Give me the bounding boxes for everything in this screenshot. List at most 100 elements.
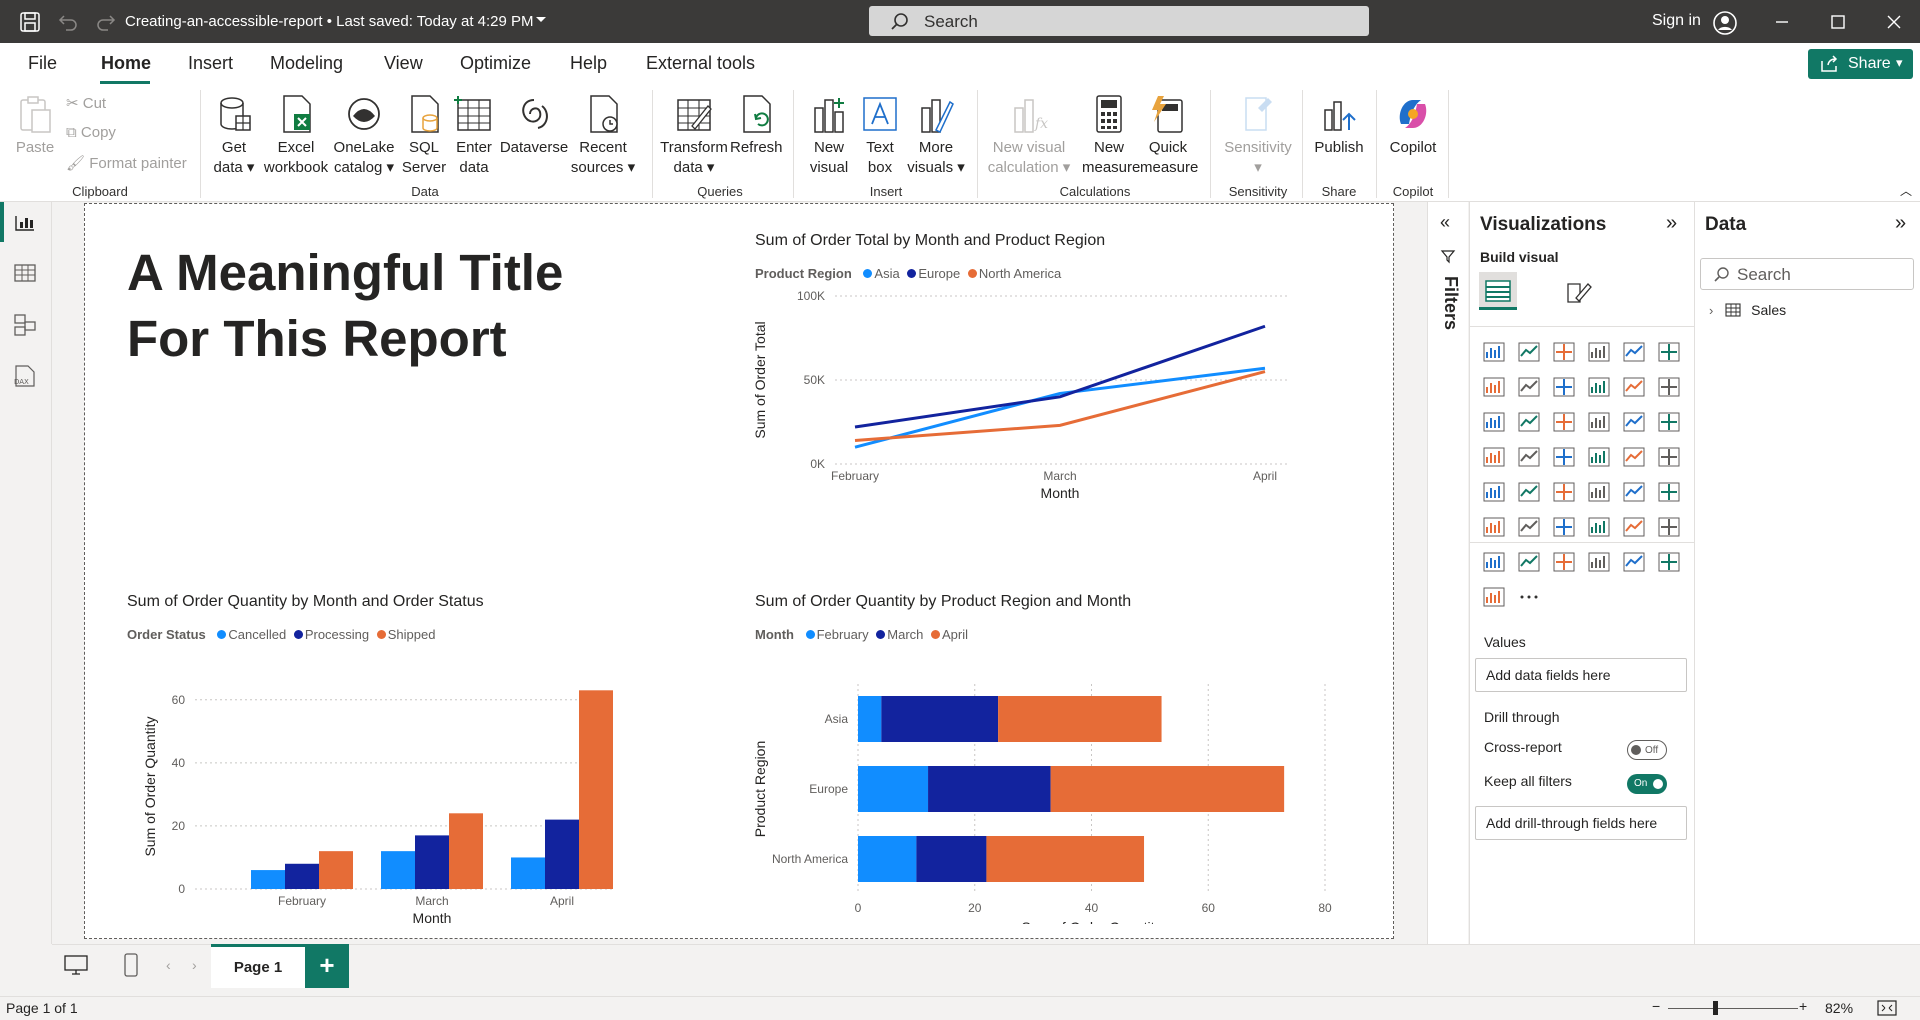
- values-well[interactable]: Add data fields here: [1475, 658, 1687, 692]
- share-button[interactable]: Share ▾: [1808, 49, 1913, 79]
- key-influencers-icon[interactable]: [1552, 515, 1576, 539]
- prev-page-icon[interactable]: ‹: [166, 957, 171, 973]
- format-visual-tab[interactable]: [1558, 272, 1596, 310]
- filled-map-icon[interactable]: [1552, 445, 1576, 469]
- cross-report-toggle[interactable]: Off: [1627, 740, 1667, 760]
- column-chart[interactable]: 0 20 40 60 February March April Month Sum of Ord…: [115, 654, 735, 924]
- scatter-icon[interactable]: [1587, 410, 1611, 434]
- azure-map-icon[interactable]: [1622, 445, 1646, 469]
- clustered-column-icon[interactable]: [1587, 340, 1611, 364]
- shape-map-icon[interactable]: [1587, 445, 1611, 469]
- transform-data-button[interactable]: Transform data ▾: [658, 94, 730, 178]
- excel-workbook-button[interactable]: Excel workbook: [262, 94, 330, 178]
- text-box-button[interactable]: Text box: [856, 94, 904, 178]
- line-column-icon[interactable]: [1622, 375, 1646, 399]
- zoom-slider-thumb[interactable]: [1713, 1001, 1718, 1015]
- collapse-pane-icon[interactable]: »: [1666, 212, 1677, 235]
- line-clustered-column-icon[interactable]: [1657, 375, 1681, 399]
- filters-pane[interactable]: « Filters: [1427, 202, 1468, 944]
- sign-in-link[interactable]: Sign in: [1652, 12, 1701, 30]
- menu-optimize[interactable]: Optimize: [460, 53, 531, 74]
- close-icon[interactable]: [1882, 10, 1906, 34]
- menu-help[interactable]: Help: [570, 53, 607, 74]
- card-new-icon[interactable]: [1552, 550, 1576, 574]
- new-visual-calculation-button[interactable]: fx New visual calculation ▾: [986, 94, 1072, 178]
- goals-icon[interactable]: [1482, 550, 1506, 574]
- add-page-button[interactable]: +: [305, 944, 349, 988]
- redo-icon[interactable]: [94, 10, 118, 34]
- menu-home[interactable]: Home: [101, 53, 151, 74]
- pie-icon[interactable]: [1622, 410, 1646, 434]
- chevron-down-icon[interactable]: [534, 12, 558, 36]
- table-view-icon[interactable]: [14, 264, 36, 282]
- recent-sources-button[interactable]: Recent sources ▾: [570, 94, 636, 178]
- collapse-ribbon-icon[interactable]: ︿: [1900, 182, 1912, 199]
- treemap-icon[interactable]: [1482, 445, 1506, 469]
- multi-row-card-icon[interactable]: [1517, 480, 1541, 504]
- gauge-icon[interactable]: [1657, 445, 1681, 469]
- map-icon[interactable]: [1517, 445, 1541, 469]
- desktop-layout-icon[interactable]: [64, 955, 88, 975]
- menu-insert[interactable]: Insert: [188, 53, 233, 74]
- paste-button[interactable]: Paste: [14, 94, 56, 158]
- menu-modeling[interactable]: Modeling: [270, 53, 343, 74]
- report-canvas[interactable]: A Meaningful Title For This Report Sum o…: [84, 203, 1394, 939]
- maximize-icon[interactable]: [1826, 10, 1850, 34]
- account-icon[interactable]: [1712, 10, 1737, 35]
- quick-measure-button[interactable]: Quick measure: [1140, 94, 1198, 178]
- kpi-icon[interactable]: [1552, 480, 1576, 504]
- more-visuals-button[interactable]: More visuals ▾: [906, 94, 966, 178]
- enter-data-button[interactable]: Enter data: [450, 94, 498, 178]
- page-tab-1[interactable]: Page 1: [211, 944, 305, 988]
- menu-file[interactable]: File: [28, 53, 57, 74]
- get-data-button[interactable]: Get data ▾: [206, 94, 262, 178]
- sensitivity-button[interactable]: Sensitivity ▾: [1218, 94, 1298, 178]
- fit-to-page-icon[interactable]: [1877, 1000, 1897, 1016]
- line-chart[interactable]: 0K 50K 100K February March April Month Sum of O…: [745, 284, 1445, 524]
- model-view-icon[interactable]: [14, 314, 36, 336]
- clustered-bar-icon[interactable]: [1552, 340, 1576, 364]
- stacked-column-icon[interactable]: [1517, 340, 1541, 364]
- report-view-icon[interactable]: [14, 214, 36, 232]
- cut-button[interactable]: ✂ Cut: [66, 94, 106, 112]
- document-title[interactable]: Creating-an-accessible-report • Last sav…: [125, 13, 534, 30]
- donut-icon[interactable]: [1657, 410, 1681, 434]
- copilot-button[interactable]: Copilot: [1382, 94, 1444, 158]
- onelake-catalog-button[interactable]: OneLake catalog ▾: [332, 94, 396, 178]
- paginated-report-icon[interactable]: [1517, 550, 1541, 574]
- drill-through-well[interactable]: Add drill-through fields here: [1475, 806, 1687, 840]
- r-visual-icon[interactable]: [1482, 515, 1506, 539]
- stacked-area-icon[interactable]: [1552, 375, 1576, 399]
- collapse-pane-icon[interactable]: »: [1895, 212, 1906, 235]
- table-sales[interactable]: › Sales: [1709, 302, 1786, 318]
- zoom-in-icon[interactable]: +: [1799, 998, 1807, 1014]
- power-automate-icon[interactable]: [1657, 550, 1681, 574]
- dataverse-button[interactable]: Dataverse: [498, 94, 570, 158]
- button-slicer-icon[interactable]: [1587, 550, 1611, 574]
- data-search-input[interactable]: Search: [1700, 258, 1914, 290]
- narrative-icon[interactable]: [1657, 515, 1681, 539]
- line-chart-icon[interactable]: [1482, 375, 1506, 399]
- 100-stacked-bar-icon[interactable]: [1622, 340, 1646, 364]
- qa-icon[interactable]: [1622, 515, 1646, 539]
- zoom-level[interactable]: 82%: [1825, 1000, 1853, 1016]
- mobile-layout-icon[interactable]: [124, 953, 138, 977]
- decomposition-tree-icon[interactable]: [1587, 515, 1611, 539]
- 100-area-icon[interactable]: [1587, 375, 1611, 399]
- funnel-icon[interactable]: [1552, 410, 1576, 434]
- card-icon[interactable]: [1482, 480, 1506, 504]
- new-measure-button[interactable]: New measure: [1082, 94, 1140, 178]
- undo-icon[interactable]: [56, 10, 80, 34]
- 100-stacked-column-icon[interactable]: [1657, 340, 1681, 364]
- line-chart-legend[interactable]: Product Region Asia Europe North America: [755, 266, 1061, 281]
- sql-server-button[interactable]: SQL Server: [398, 94, 450, 178]
- next-page-icon[interactable]: ›: [192, 957, 197, 973]
- keep-filters-toggle[interactable]: On: [1627, 774, 1667, 794]
- bar-chart-legend[interactable]: Month February March April: [755, 627, 968, 642]
- zoom-out-icon[interactable]: −: [1652, 998, 1660, 1014]
- report-title-textbox[interactable]: A Meaningful Title For This Report: [127, 240, 687, 372]
- chevron-icon[interactable]: [1482, 585, 1506, 609]
- waterfall-icon[interactable]: [1517, 410, 1541, 434]
- dax-query-view-icon[interactable]: DAX: [12, 364, 38, 388]
- power-apps-icon[interactable]: [1622, 550, 1646, 574]
